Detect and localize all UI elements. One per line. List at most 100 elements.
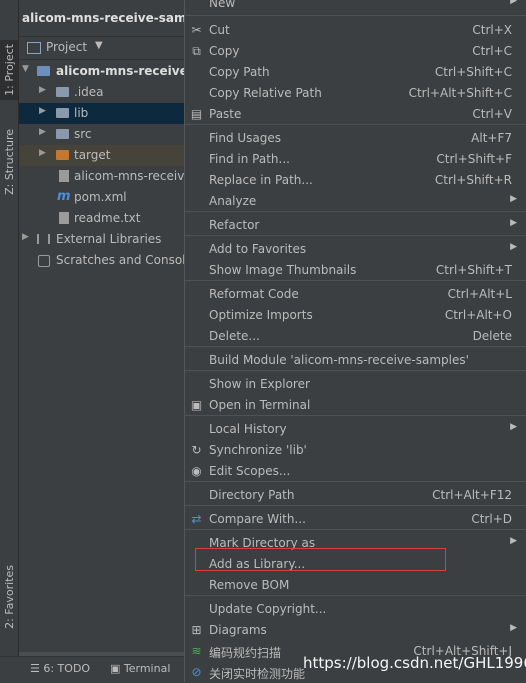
folder-icon bbox=[56, 150, 69, 160]
menu-item-find-in-path[interactable]: Find in Path... Ctrl+Shift+F bbox=[185, 149, 526, 170]
tree-row-root[interactable]: ▼ alicom-mns-receive-s bbox=[19, 61, 184, 82]
project-panel-label: Project bbox=[46, 40, 88, 54]
file-icon bbox=[59, 170, 69, 182]
cut-icon: ✂ bbox=[191, 23, 202, 37]
scope-icon: ◉ bbox=[191, 464, 202, 478]
tab-favorites-label: 2: Favorites bbox=[3, 565, 16, 629]
menu-item-find-usages[interactable]: Find Usages Alt+F7 bbox=[185, 128, 526, 149]
menu-item-cut[interactable]: ✂ Cut Ctrl+X bbox=[185, 20, 526, 41]
menu-item-show-image-thumbnails[interactable]: Show Image Thumbnails Ctrl+Shift+T bbox=[185, 260, 526, 281]
menu-item-label: Build Module 'alicom-mns-receive-samples… bbox=[209, 353, 469, 367]
menu-item-delete[interactable]: Delete... Delete bbox=[185, 326, 526, 347]
chevron-down-icon[interactable]: ▼ bbox=[95, 40, 103, 51]
menu-item-shortcut: Ctrl+Alt+F12 bbox=[432, 488, 512, 502]
collapse-arrow-icon[interactable]: ▶ bbox=[39, 85, 46, 95]
tree-row-iml[interactable]: alicom-mns-receive bbox=[19, 166, 184, 187]
menu-item-shortcut: Ctrl+Alt+Shift+C bbox=[408, 86, 512, 100]
menu-item-label: Cut bbox=[209, 23, 230, 37]
menu-item-shortcut: Ctrl+C bbox=[472, 44, 512, 58]
menu-item-label: Copy Path bbox=[209, 65, 270, 79]
menu-item-build-module-alicom-mns-receive-samples[interactable]: Build Module 'alicom-mns-receive-samples… bbox=[185, 350, 526, 371]
menu-item-new[interactable]: New ▶ bbox=[185, 0, 526, 14]
menu-item-label: Paste bbox=[209, 107, 242, 121]
tree-row-idea[interactable]: ▶ .idea bbox=[19, 82, 184, 103]
menu-item-label: 关闭实时检测功能 bbox=[209, 667, 306, 681]
folder-icon bbox=[56, 108, 69, 118]
menu-item-diagrams[interactable]: ⊞ Diagrams ▶ bbox=[185, 620, 526, 641]
tree-row-src[interactable]: ▶ src bbox=[19, 124, 184, 145]
menu-item-reformat-code[interactable]: Reformat Code Ctrl+Alt+L bbox=[185, 284, 526, 305]
menu-item-refactor[interactable]: Refactor ▶ bbox=[185, 215, 526, 236]
menu-item-synchronize-lib[interactable]: ↻ Synchronize 'lib' bbox=[185, 440, 526, 461]
project-view-icon bbox=[27, 42, 41, 54]
menu-item-label: Edit Scopes... bbox=[209, 464, 291, 478]
menu-item-local-history[interactable]: Local History ▶ bbox=[185, 419, 526, 440]
menu-item-shortcut: Delete bbox=[472, 329, 512, 343]
scratch-icon bbox=[38, 255, 50, 267]
menu-item-remove-bom[interactable]: Remove BOM bbox=[185, 575, 526, 596]
menu-item-label: Delete... bbox=[209, 329, 260, 343]
tree-label: src bbox=[74, 127, 92, 141]
tree-row-scratches[interactable]: Scratches and Console bbox=[19, 250, 184, 271]
menu-item-label: Show Image Thumbnails bbox=[209, 263, 357, 277]
menu-item-label: Synchronize 'lib' bbox=[209, 443, 307, 457]
menu-item-show-in-explorer[interactable]: Show in Explorer bbox=[185, 374, 526, 395]
menu-item-optimize-imports[interactable]: Optimize Imports Ctrl+Alt+O bbox=[185, 305, 526, 326]
tab-structure-label: Z: Structure bbox=[3, 129, 16, 195]
submenu-arrow-icon: ▶ bbox=[510, 0, 517, 6]
tree-label: target bbox=[74, 148, 111, 162]
menu-item-copy-relative-path[interactable]: Copy Relative Path Ctrl+Alt+Shift+C bbox=[185, 83, 526, 104]
tree-row-target[interactable]: ▶ target bbox=[19, 145, 184, 166]
disable-icon: ⊘ bbox=[191, 665, 202, 679]
tree-row-lib[interactable]: ▶ lib bbox=[19, 103, 184, 124]
menu-item-copy[interactable]: ⧉ Copy Ctrl+C bbox=[185, 41, 526, 62]
terminal-tab[interactable]: ▣ Terminal bbox=[110, 662, 170, 675]
menu-item-update-copyright[interactable]: Update Copyright... bbox=[185, 599, 526, 620]
menu-item-label: Refactor bbox=[209, 218, 260, 232]
library-icon bbox=[37, 234, 50, 244]
todo-label: 6: TODO bbox=[43, 662, 91, 675]
menu-item-replace-in-path[interactable]: Replace in Path... Ctrl+Shift+R bbox=[185, 170, 526, 191]
todo-tab[interactable]: ☰ 6: TODO bbox=[30, 662, 90, 675]
collapse-arrow-icon[interactable]: ▶ bbox=[39, 148, 46, 158]
menu-item-shortcut: Ctrl+Shift+T bbox=[435, 263, 512, 277]
submenu-arrow-icon: ▶ bbox=[510, 194, 517, 204]
submenu-arrow-icon: ▶ bbox=[510, 536, 517, 546]
highlight-box bbox=[195, 548, 446, 571]
menu-item-label: Remove BOM bbox=[209, 578, 290, 592]
menu-item-label: Reformat Code bbox=[209, 287, 299, 301]
menu-item-label: Directory Path bbox=[209, 488, 295, 502]
menu-item-paste[interactable]: ▤ Paste Ctrl+V bbox=[185, 104, 526, 125]
menu-item-compare-with[interactable]: ⇄ Compare With... Ctrl+D bbox=[185, 509, 526, 530]
menu-item-open-in-terminal[interactable]: ▣ Open in Terminal bbox=[185, 395, 526, 416]
tree-row-pom[interactable]: m pom.xml bbox=[19, 187, 184, 208]
submenu-arrow-icon: ▶ bbox=[510, 422, 517, 432]
tree-label: alicom-mns-receive bbox=[74, 169, 184, 183]
collapse-arrow-icon[interactable]: ▶ bbox=[39, 127, 46, 137]
project-panel-header[interactable]: Project ▼ bbox=[19, 37, 184, 60]
collapse-arrow-icon[interactable]: ▶ bbox=[39, 106, 46, 116]
menu-item-label: Replace in Path... bbox=[209, 173, 313, 187]
tab-structure[interactable]: Z: Structure bbox=[0, 125, 18, 210]
collapse-arrow-icon[interactable]: ▶ bbox=[22, 232, 29, 242]
submenu-arrow-icon: ▶ bbox=[510, 623, 517, 633]
tree-label: Scratches and Console bbox=[56, 253, 184, 267]
tree-row-readme[interactable]: readme.txt bbox=[19, 208, 184, 229]
menu-item-analyze[interactable]: Analyze ▶ bbox=[185, 191, 526, 212]
menu-item-add-to-favorites[interactable]: Add to Favorites ▶ bbox=[185, 239, 526, 260]
menu-item-edit-scopes[interactable]: ◉ Edit Scopes... bbox=[185, 461, 526, 482]
menu-item-label: 编码规约扫描 bbox=[209, 646, 282, 660]
menu-item-label: Local History bbox=[209, 422, 287, 436]
tree-row-external-libraries[interactable]: ▶ External Libraries bbox=[19, 229, 184, 250]
menu-item-label: New bbox=[209, 0, 236, 10]
context-menu: New ▶ ✂ Cut Ctrl+X ⧉ Copy Ctrl+C Copy Path Ctrl+S… bbox=[184, 0, 526, 682]
text-file-icon bbox=[59, 212, 69, 224]
menu-item-label: Copy bbox=[209, 44, 240, 58]
menu-item-label: Optimize Imports bbox=[209, 308, 313, 322]
tab-favorites[interactable]: 2: Favorites bbox=[0, 565, 18, 645]
menu-item-copy-path[interactable]: Copy Path Ctrl+Shift+C bbox=[185, 62, 526, 83]
menu-item-label: Find in Path... bbox=[209, 152, 290, 166]
tab-project[interactable]: 1: Project bbox=[0, 40, 18, 100]
expand-arrow-icon[interactable]: ▼ bbox=[22, 64, 29, 74]
menu-item-directory-path[interactable]: Directory Path Ctrl+Alt+F12 bbox=[185, 485, 526, 506]
